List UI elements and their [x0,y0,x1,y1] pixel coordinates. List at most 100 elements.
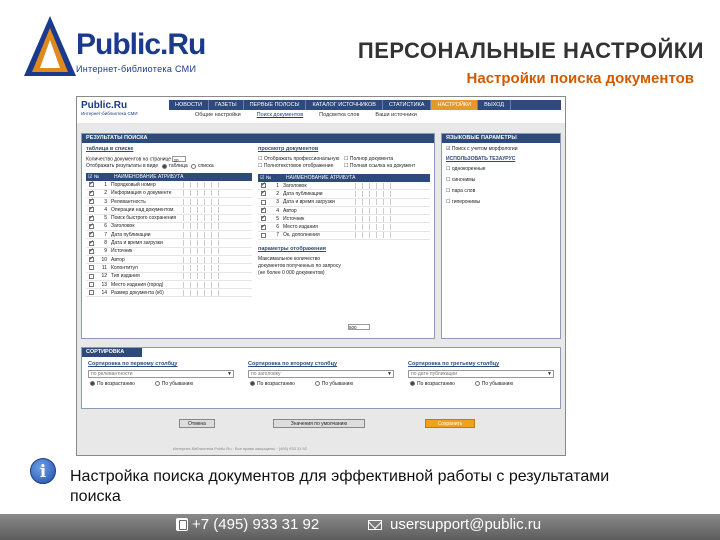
docattr-checkbox[interactable] [261,199,266,205]
attr-checkbox[interactable] [89,222,94,229]
attr-row: 3 Релевантность [86,197,252,207]
sort-asc-radio[interactable] [250,381,255,387]
attr-checkbox[interactable] [89,189,94,196]
attr-cells [183,256,225,263]
attr-label: Поиск быстрого сохранения [111,215,177,222]
docattr-checkbox[interactable] [261,181,266,189]
docview-opt-4[interactable]: ☐ Полная ссылка на документ [344,163,430,170]
attr-label: Источник [111,248,133,255]
morph-option[interactable]: ☑ Поиск с учетом морфологии [442,143,560,156]
show-list-radio[interactable] [191,163,197,169]
docattr-checkbox[interactable] [261,232,266,238]
attr-checkbox[interactable] [89,273,94,279]
docs-per-page-select[interactable]: 20 [172,156,187,163]
sort-desc-radio[interactable] [474,381,480,387]
sort-asc-label: По возрастанию [417,381,455,387]
defaults-button[interactable]: Значения по умолчанию [273,419,365,428]
sort-select[interactable]: по дате публикации [408,370,554,378]
docs-per-page-label: Количество документов на странице [86,156,172,163]
sort-desc-radio[interactable] [314,381,320,387]
thesaurus-opt-2[interactable]: ☐ синонимы [446,175,556,186]
sort-asc-radio[interactable] [90,381,95,387]
sort-desc-label: По убыванию [321,381,354,387]
attr-checkbox[interactable] [89,247,94,254]
nav-news[interactable]: НОВОСТИ [169,100,210,110]
sort-desc-radio[interactable] [154,381,160,387]
subnav-doc-search[interactable]: Поиск документов [249,112,312,120]
docattr-checkbox[interactable] [261,223,266,230]
mini-logo[interactable]: Public.Ru Интернет-библиотека СМИ [81,100,167,118]
docattr-row: 1 Заголовок [258,181,430,191]
attr-number: 11 [101,264,107,271]
sort-asc-radio[interactable] [410,381,415,387]
sort-select[interactable]: по релевантности [88,370,234,378]
attr-checkbox[interactable] [89,205,94,213]
attr-row: 9 Источник [86,247,252,256]
docattr-table-header: ☑ № НАИМЕНОВАНИЕ АТРИБУТА [258,174,430,182]
docattr-checkbox[interactable] [261,189,266,197]
docview-opt-3[interactable]: ☐ Полнотекстовое отображение [258,163,344,170]
attr-checkbox[interactable] [89,255,94,263]
attr-checkbox[interactable] [89,265,94,271]
docattr-list: 1 Заголовок 2 Дата публикации 3 Дата и время … [258,181,430,241]
sort-column-3: Сортировка по третьему столбцу по дате пу… [408,361,554,388]
save-button[interactable]: Сохранить [425,419,475,428]
attr-cells [183,215,225,222]
docattr-number: 7 [276,232,279,239]
nav-statistics[interactable]: СТАТИСТИКА [383,100,432,110]
attr-checkbox[interactable] [89,180,94,188]
thesaurus-opt-1[interactable]: ☐ однокоренные [446,164,556,175]
docview-opt-2[interactable]: ☐ Полнор документа [344,156,430,163]
contact-email[interactable]: usersupport@public.ru [368,516,541,533]
attr-checkbox[interactable] [89,214,94,221]
docattr-number: 5 [276,215,279,222]
attr-label: Информация о документе [111,190,172,197]
attr-number: 2 [104,190,107,197]
sort-title: Сортировка по первому столбцу [88,361,178,367]
thesaurus-opt-4[interactable]: ☐ гиперонимы [446,197,556,208]
public-ru-logo[interactable]: Public.Ru Интернет-библиотека СМИ [22,14,222,80]
subnav-sources[interactable]: Ваши источники [367,112,424,120]
nav-front-pages[interactable]: ПЕРВЫЕ ПОЛОСЫ [244,100,307,110]
attr-label: Колонтитул [111,264,138,271]
docattr-checkbox[interactable] [261,214,266,222]
subnav-general[interactable]: Общие настройки [187,112,249,120]
subnav-highlight[interactable]: Подсветка слов [311,112,367,120]
max-docs-input[interactable]: 500 [348,324,370,330]
thesaurus-opt-3[interactable]: ☐ пара слов [446,186,556,197]
docattr-number: 1 [276,182,279,189]
docattr-number: 4 [276,207,279,214]
attr-label: Операции над документом [111,206,174,213]
docattr-row: 4 Автор [258,206,430,216]
docattr-checkbox[interactable] [261,206,266,214]
nav-logout[interactable]: ВЫХОД [478,100,511,110]
attr-number: 3 [104,198,107,205]
show-table-radio[interactable] [161,163,167,169]
sort-select[interactable]: по заголовку [248,370,394,378]
nav-newspapers[interactable]: ГАЗЕТЫ [209,100,244,110]
attr-checkbox[interactable] [89,282,94,288]
attr-checkbox[interactable] [89,230,94,238]
show-as-label: Отображать результаты в виде [86,163,159,170]
attr-checkbox[interactable] [89,197,94,205]
docattr-label: Дата и время загрузки [283,199,335,206]
cancel-button[interactable]: Отмена [179,419,215,428]
nav-catalog[interactable]: КАТАЛОГ ИСТОЧНИКОВ [306,100,383,110]
thesaurus-opt-2-label: синонимы [451,177,476,183]
attr-checkbox[interactable] [89,239,94,246]
page-title: ПЕРСОНАЛЬНЫЕ НАСТРОЙКИ [357,38,704,63]
sort-title: Сортировка по второму столбцу [248,361,338,367]
docattr-label: Источник [283,215,305,222]
docattr-row: 6 Место издания [258,223,430,232]
attr-checkbox[interactable] [89,290,94,296]
contact-phone[interactable]: +7 (495) 933 31 92 [176,516,319,533]
attr-number: 14 [101,289,107,296]
sort-order: По возрастанию По убыванию [248,381,394,388]
docattr-number: 6 [276,224,279,231]
nav-settings[interactable]: НАСТРОЙКИ [431,100,479,110]
docview-opt-1[interactable]: ☐ Отображать профессиональную [258,156,344,163]
attr-label: Размер документа (кб) [111,289,164,296]
docattr-col-name: НАИМЕНОВАНИЕ АТРИБУТА [286,175,356,181]
slide: Public.Ru Интернет-библиотека СМИ ПЕРСОН… [0,0,720,540]
attr-label: Автор [111,256,125,263]
